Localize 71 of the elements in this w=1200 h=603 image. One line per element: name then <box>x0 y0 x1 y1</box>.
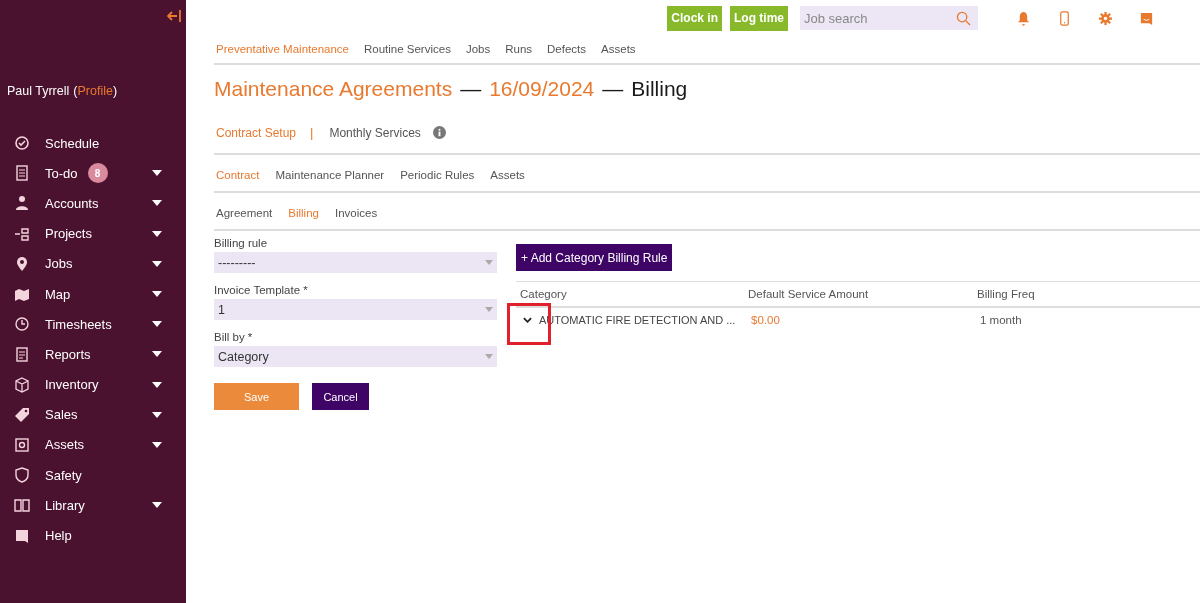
sidebar-item[interactable]: Reports <box>0 339 186 370</box>
sidebar-item[interactable]: Inventory <box>0 369 186 400</box>
cube-icon <box>14 376 30 393</box>
chevron-down-icon[interactable] <box>523 317 532 323</box>
separator: | <box>310 125 314 140</box>
dropdown-caret-icon <box>485 260 493 265</box>
map-pin-icon <box>14 255 30 272</box>
field-label: Bill by * <box>214 331 254 343</box>
shield-icon <box>14 467 30 484</box>
sidebar-item[interactable]: Sales <box>0 399 186 430</box>
asset-frame-icon <box>14 436 30 453</box>
checklist-icon <box>14 165 30 182</box>
select-field[interactable]: 1 <box>214 299 497 320</box>
tab[interactable]: Jobs <box>463 38 491 63</box>
map-icon <box>14 286 30 303</box>
title-text: Billing <box>631 77 688 101</box>
profile-link[interactable]: (Profile) <box>73 84 118 98</box>
tab[interactable]: Periodic Rules <box>398 159 475 187</box>
chat-icon <box>14 527 30 544</box>
select-field[interactable]: Category <box>214 346 497 367</box>
hierarchy-icon <box>14 225 30 242</box>
info-icon[interactable] <box>432 126 446 139</box>
column-header: Default Service Amount <box>748 288 870 300</box>
phone-icon[interactable] <box>1057 10 1072 26</box>
add-rule-button[interactable]: + Add Category Billing Rule <box>516 244 673 271</box>
sidebar-item[interactable]: Map <box>0 278 186 310</box>
search-field[interactable]: Job search <box>800 6 978 30</box>
collapse-arrow-icon[interactable] <box>167 9 181 23</box>
dropdown-caret-icon <box>485 354 493 359</box>
field-label: Invoice Template * <box>214 284 309 296</box>
count-badge: 8 <box>87 163 108 184</box>
sidebar-item[interactable]: Jobs <box>0 248 186 279</box>
sidebar-item[interactable]: Schedule <box>0 128 186 159</box>
tag-icon <box>14 406 30 423</box>
column-header: Category <box>519 288 568 300</box>
search-icon[interactable] <box>956 11 971 26</box>
title-text: — <box>460 77 482 101</box>
book-icon <box>14 497 30 514</box>
tab[interactable]: Agreement <box>214 197 273 225</box>
sidebar-item[interactable]: Projects <box>0 218 186 249</box>
sidebar-item[interactable]: Assets <box>0 429 186 461</box>
tab[interactable]: Runs <box>503 38 533 63</box>
sidebar-item[interactable]: Help <box>0 520 186 551</box>
tab[interactable]: Assets <box>599 38 636 63</box>
tab[interactable]: Routine Services <box>361 38 451 63</box>
tab[interactable]: Assets <box>488 159 525 187</box>
clock-check-icon <box>14 135 30 152</box>
sidebar-item[interactable]: Library <box>0 490 186 521</box>
settings-icon[interactable] <box>1098 10 1113 26</box>
field-label: Billing rule <box>214 237 269 249</box>
cancel-button[interactable]: Cancel <box>312 383 369 410</box>
clock-icon <box>14 316 30 333</box>
user-name: Paul Tyrrell <box>7 84 70 98</box>
sidebar-item[interactable]: Safety <box>0 460 186 491</box>
tab[interactable]: Defects <box>545 38 587 63</box>
chat-icon[interactable] <box>1139 10 1154 26</box>
table-cell-text: $0.00 <box>751 314 781 326</box>
clipboard-icon <box>14 346 30 363</box>
column-header: Billing Freq <box>977 288 1035 300</box>
bell-icon[interactable] <box>1016 10 1031 26</box>
sidebar-item[interactable]: Accounts <box>0 188 186 219</box>
tab[interactable]: Monthly Services <box>327 120 421 148</box>
sidebar-item[interactable]: Timesheets <box>0 309 186 340</box>
table-cell: 1 month <box>980 314 1022 326</box>
dropdown-caret-icon <box>485 307 493 312</box>
tab[interactable]: Invoices <box>332 197 378 225</box>
tab[interactable]: Maintenance Planner <box>273 159 385 187</box>
sidebar-item[interactable]: To-do 8 <box>0 158 186 189</box>
select-field[interactable]: --------- <box>214 252 497 273</box>
title-text: — <box>602 77 624 101</box>
person-icon <box>14 195 30 212</box>
